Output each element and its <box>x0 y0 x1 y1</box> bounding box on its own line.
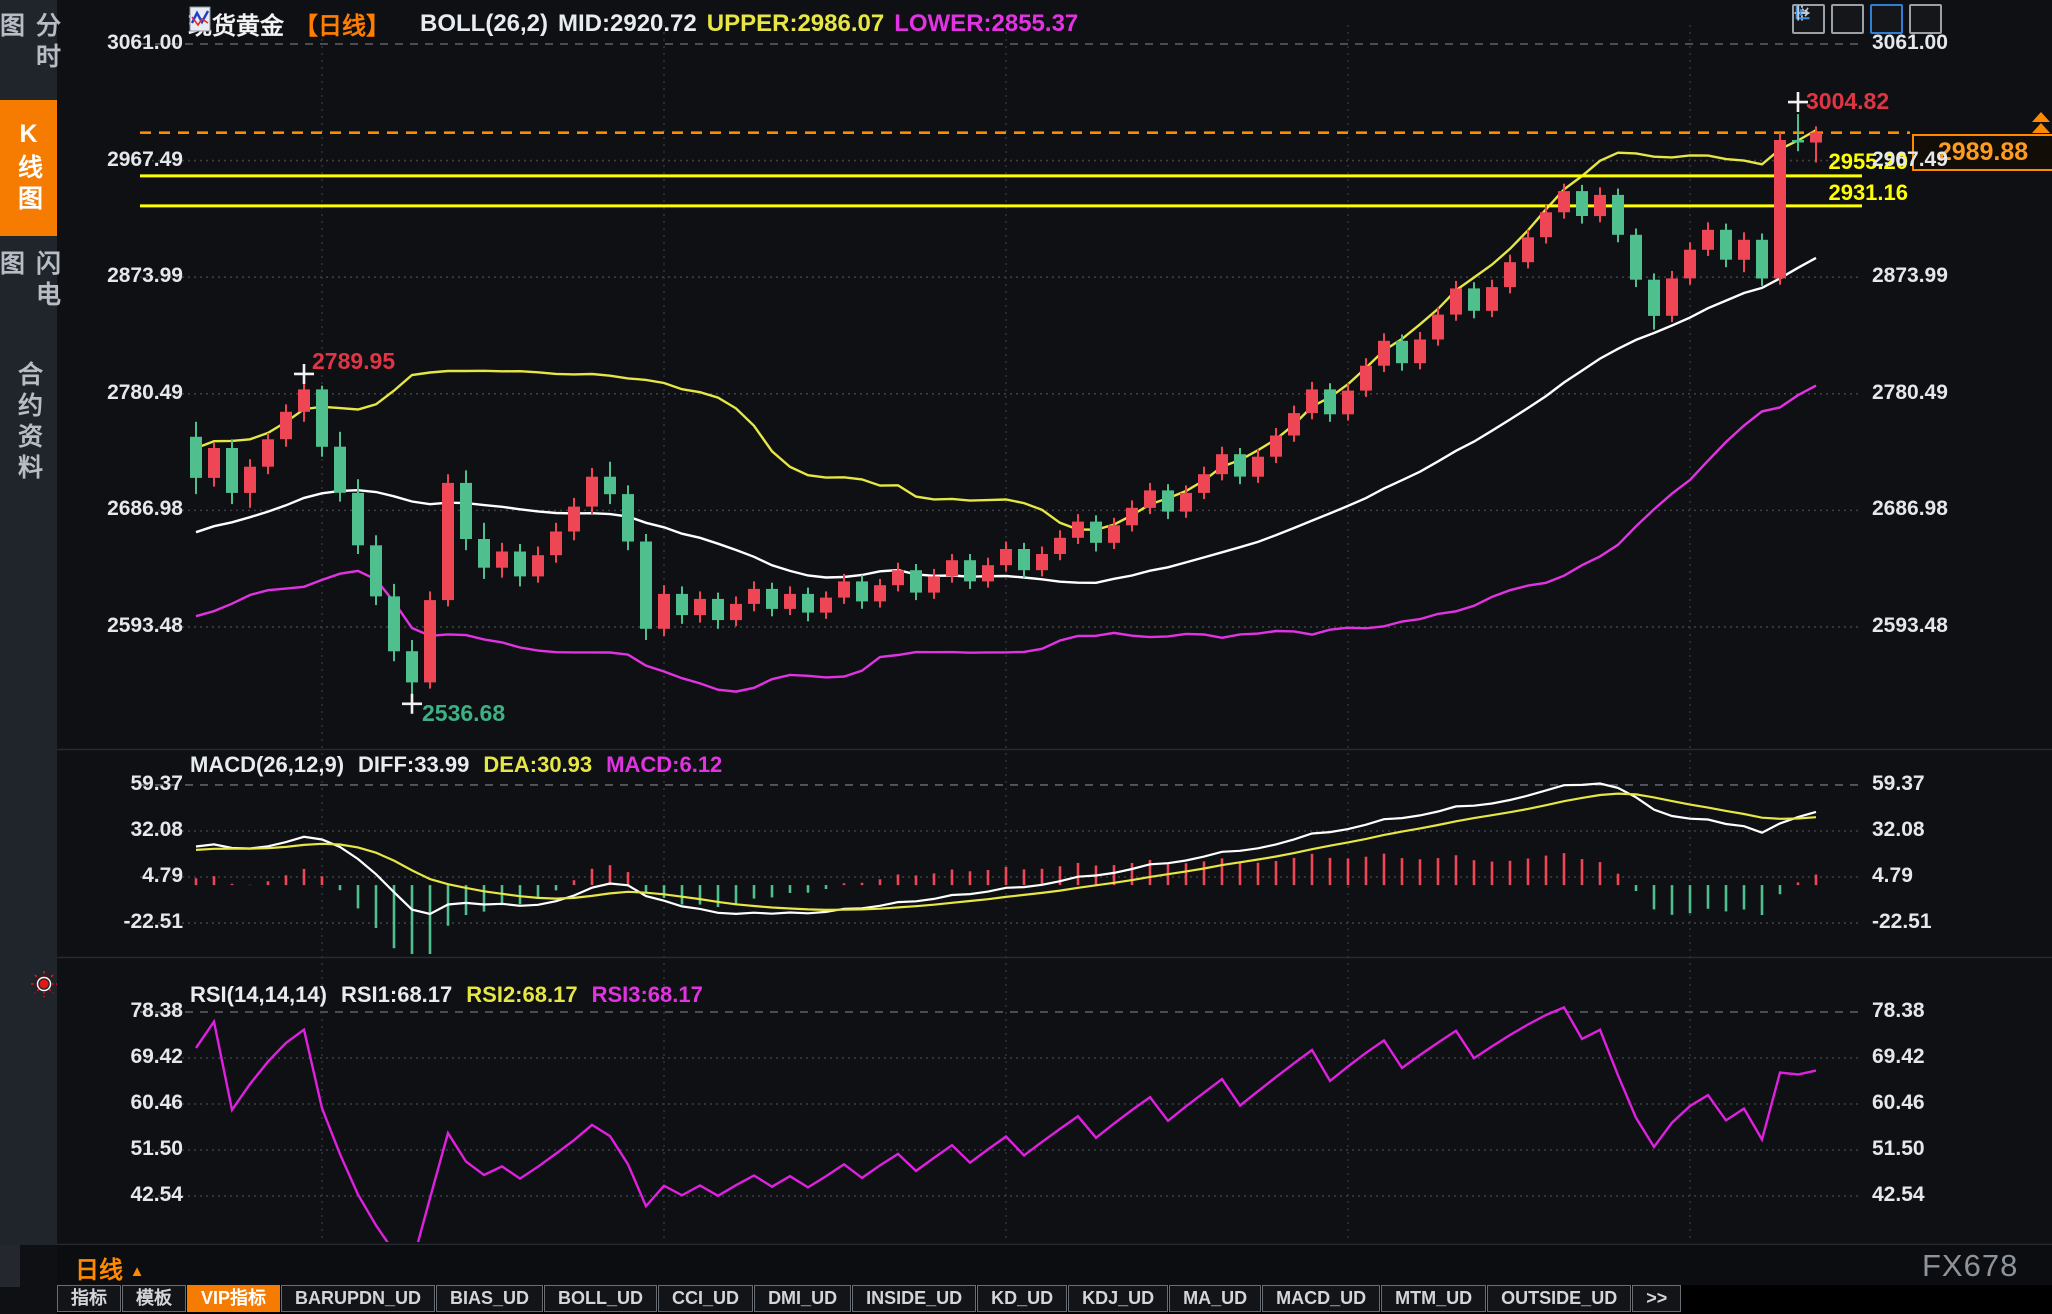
candlestick-chart[interactable] <box>0 0 2052 1245</box>
rsi-axis-tick-left: 60.46 <box>65 1091 183 1115</box>
annotation-swing-high: 2789.95 <box>312 348 395 375</box>
rsi-axis-tick-left: 78.38 <box>65 999 183 1023</box>
tab-bias-ud[interactable]: BIAS_UD <box>436 1285 543 1312</box>
rsi-axis-tick-right: 42.54 <box>1872 1183 1925 1207</box>
watermark: FX678 <box>1922 1248 2018 1284</box>
boll-name: BOLL(26,2) <box>420 10 548 38</box>
annotation-high: 3004.82 <box>1806 88 1889 115</box>
rsi-axis-tick-left: 42.54 <box>65 1183 183 1207</box>
rsi-axis-tick-right: 78.38 <box>1872 999 1925 1023</box>
tab-vip指标[interactable]: VIP指标 <box>187 1285 280 1312</box>
chart-toolbar <box>1792 4 1942 34</box>
rsi-axis-tick-right: 51.50 <box>1872 1137 1925 1161</box>
main-axis-tick-right: 2967.49 <box>1872 148 1948 172</box>
sidebar-item-0[interactable]: 分时图 <box>0 12 57 104</box>
macd-axis-tick-right: -22.51 <box>1872 910 1932 934</box>
indicator-tab-bar: 指标模板VIP指标BARUPDN_UDBIAS_UDBOLL_UDCCI_UDD… <box>57 1285 2052 1314</box>
macd-diff-value: DIFF:33.99 <box>358 752 469 778</box>
rsi2-value: RSI2:68.17 <box>466 982 577 1008</box>
main-axis-tick-left: 2780.49 <box>65 381 183 405</box>
tab-ma-ud[interactable]: MA_UD <box>1169 1285 1261 1312</box>
sidebar-item-3[interactable]: 合约资料 <box>0 360 57 486</box>
boll-lower-value: LOWER:2855.37 <box>894 10 1078 38</box>
tab-inside-ud[interactable]: INSIDE_UD <box>852 1285 976 1312</box>
rsi-axis-tick-right: 60.46 <box>1872 1091 1925 1115</box>
tab-cci-ud[interactable]: CCI_UD <box>658 1285 753 1312</box>
level-label-2: 2931.16 <box>1758 180 1908 206</box>
main-axis-tick-left: 2686.98 <box>65 497 183 521</box>
chart-header: 现货黄金 【日线】 BOLL(26,2) MID:2920.72 UPPER:2… <box>188 6 1078 41</box>
main-axis-tick-right: 2873.99 <box>1872 264 1948 288</box>
rsi-title: RSI(14,14,14) <box>190 982 327 1008</box>
main-axis-tick-right: 2780.49 <box>1872 381 1948 405</box>
macd-axis-tick-right: 32.08 <box>1872 818 1925 842</box>
axis-scale-icon[interactable] <box>1831 4 1864 34</box>
macd-axis-tick-left: -22.51 <box>65 910 183 934</box>
tab-指标[interactable]: 指标 <box>57 1285 121 1312</box>
macd-header: MACD(26,12,9) DIFF:33.99 DEA:30.93 MACD:… <box>190 752 722 778</box>
tab-dmi-ud[interactable]: DMI_UD <box>754 1285 851 1312</box>
tab-macd-ud[interactable]: MACD_UD <box>1262 1285 1380 1312</box>
macd-axis-tick-right: 59.37 <box>1872 772 1925 796</box>
period-badge[interactable]: 【日线】 <box>294 6 390 41</box>
period-selector[interactable]: 日线 ▲ <box>75 1250 145 1285</box>
macd-axis-tick-left: 4.79 <box>65 864 183 888</box>
main-axis-tick-right: 3061.00 <box>1872 31 1948 55</box>
boll-upper-value: UPPER:2986.07 <box>707 10 884 38</box>
macd-title: MACD(26,12,9) <box>190 752 344 778</box>
macd-value: MACD:6.12 <box>606 752 722 778</box>
tab-boll-ud[interactable]: BOLL_UD <box>544 1285 657 1312</box>
time-axis: 日线 ▲ <box>57 1245 2052 1284</box>
tab--[interactable]: >> <box>1632 1285 1681 1312</box>
tab-模板[interactable]: 模板 <box>122 1285 186 1312</box>
main-axis-tick-left: 2873.99 <box>65 264 183 288</box>
corner-block <box>0 1245 20 1287</box>
sidebar: 分时图K线图闪电图合约资料 <box>0 0 57 1245</box>
tab-kd-ud[interactable]: KD_UD <box>977 1285 1067 1312</box>
tab-mtm-ud[interactable]: MTM_UD <box>1381 1285 1486 1312</box>
rsi-axis-tick-left: 51.50 <box>65 1137 183 1161</box>
rsi3-value: RSI3:68.17 <box>592 982 703 1008</box>
shift-chart-icon[interactable] <box>1909 4 1942 34</box>
auto-scroll-icon[interactable] <box>1870 4 1903 34</box>
triangle-up-icon: ▲ <box>130 1263 145 1280</box>
tab-kdj-ud[interactable]: KDJ_UD <box>1068 1285 1168 1312</box>
tab-outside-ud[interactable]: OUTSIDE_UD <box>1487 1285 1631 1312</box>
main-axis-tick-left: 2967.49 <box>65 148 183 172</box>
sidebar-item-1[interactable]: K线图 <box>0 100 57 236</box>
rsi-axis-tick-right: 69.42 <box>1872 1045 1925 1069</box>
macd-axis-tick-left: 59.37 <box>65 772 183 796</box>
main-axis-tick-left: 2593.48 <box>65 614 183 638</box>
main-axis-tick-right: 2593.48 <box>1872 614 1948 638</box>
tab-barupdn-ud[interactable]: BARUPDN_UD <box>281 1285 435 1312</box>
macd-dea-value: DEA:30.93 <box>483 752 592 778</box>
rsi-axis-tick-left: 69.42 <box>65 1045 183 1069</box>
macd-axis-tick-left: 32.08 <box>65 818 183 842</box>
main-axis-tick-left: 3061.00 <box>65 31 183 55</box>
main-axis-tick-right: 2686.98 <box>1872 497 1948 521</box>
boll-mid-value: MID:2920.72 <box>558 10 697 38</box>
macd-axis-tick-right: 4.79 <box>1872 864 1913 888</box>
rsi-header: RSI(14,14,14) RSI1:68.17 RSI2:68.17 RSI3… <box>190 982 703 1008</box>
sidebar-item-2[interactable]: 闪电图 <box>0 250 57 342</box>
trading-app: 分时图K线图闪电图合约资料 现货黄金 【日线】 BOLL(26,2) MID:2… <box>0 0 2052 1314</box>
annotation-low: 2536.68 <box>422 700 505 727</box>
rsi1-value: RSI1:68.17 <box>341 982 452 1008</box>
